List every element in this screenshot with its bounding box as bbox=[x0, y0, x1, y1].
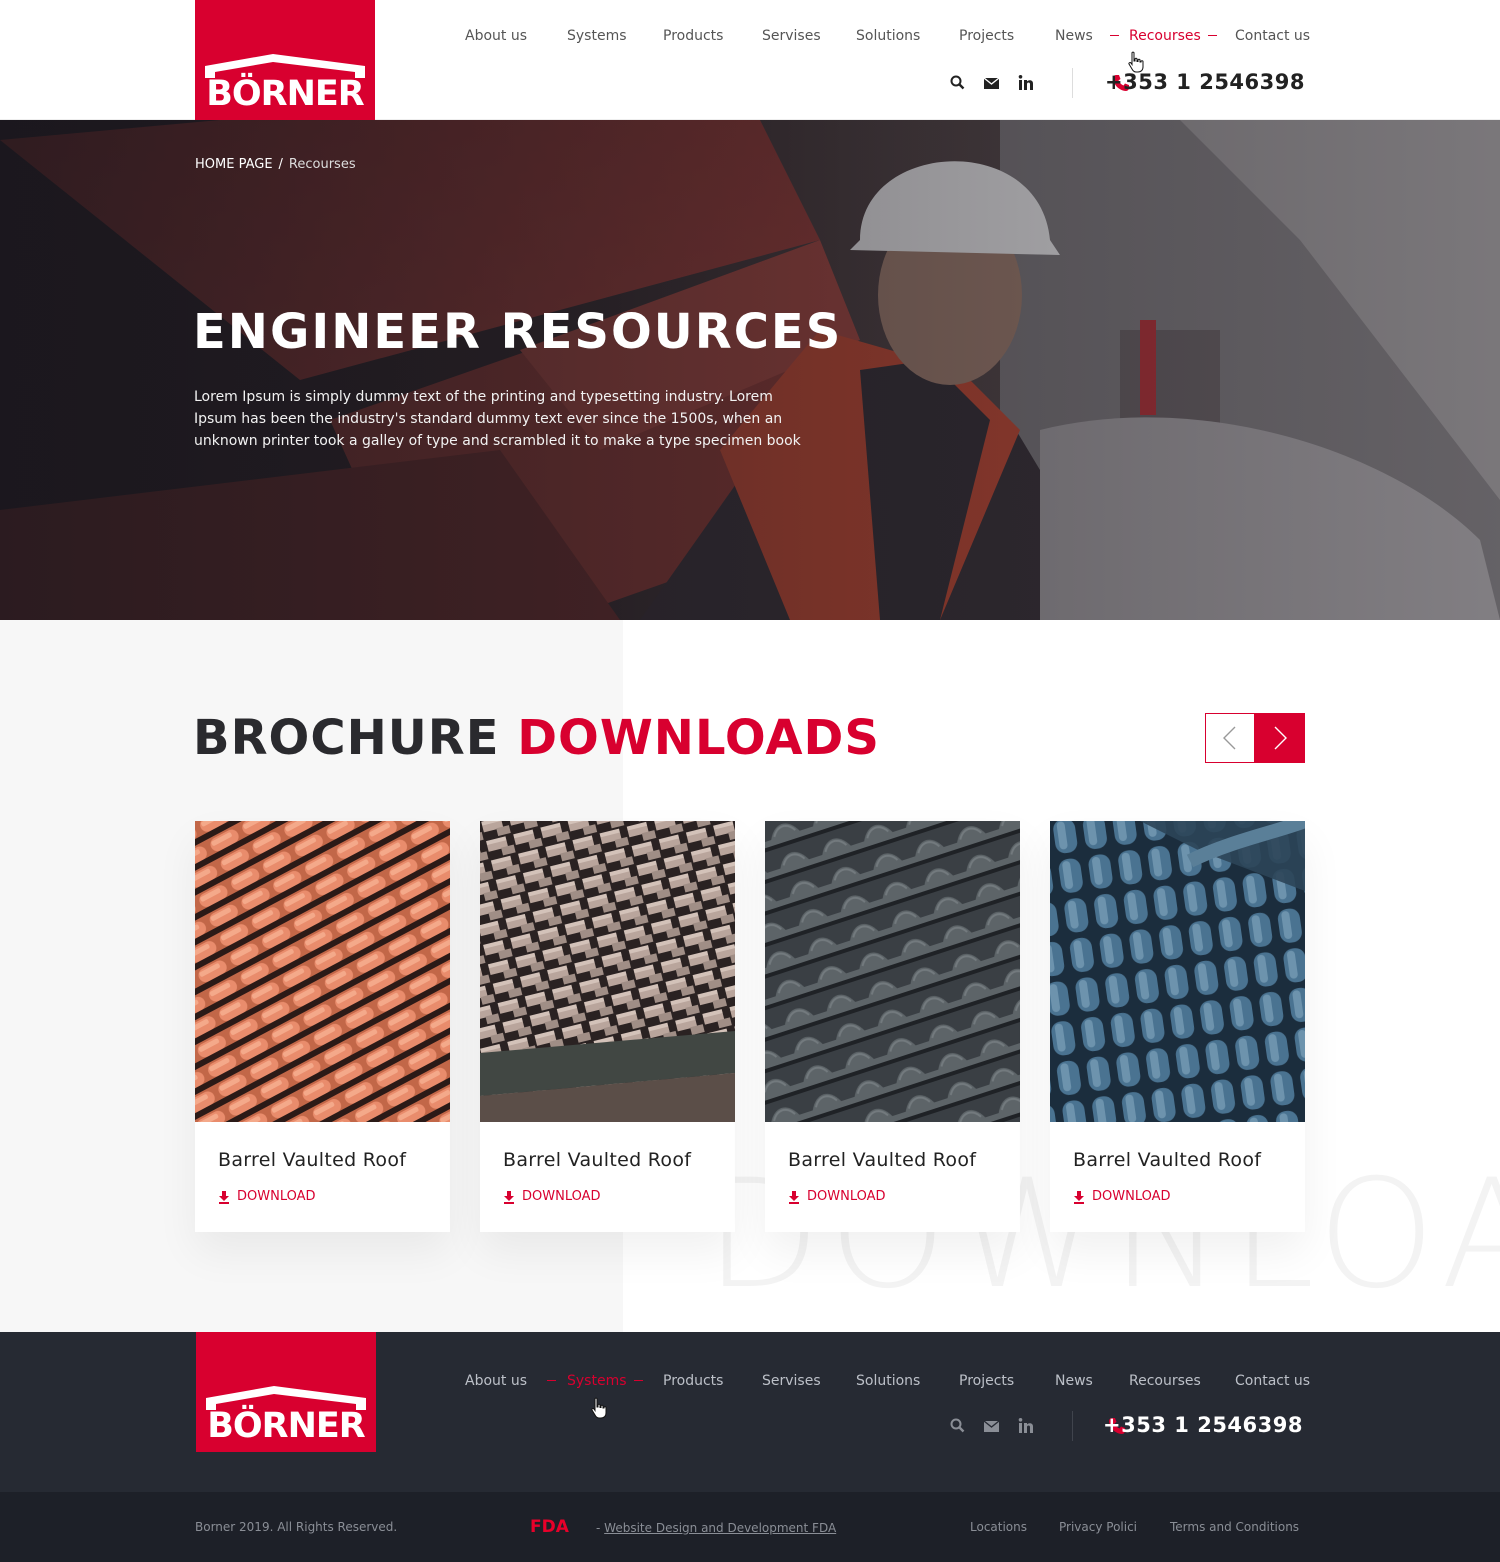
footer-link-privacy[interactable]: Privacy Polici bbox=[1059, 1519, 1137, 1535]
brochure-card[interactable]: Barrel Vaulted Roof DOWNLOAD bbox=[480, 821, 735, 1232]
download-link[interactable]: DOWNLOAD bbox=[788, 1188, 886, 1206]
footer-nav-servises[interactable]: Servises bbox=[762, 1371, 821, 1391]
footer-tools: +353 1 2546398 bbox=[948, 1411, 1308, 1441]
logo-text: BÖRNER bbox=[207, 1406, 366, 1446]
footer-nav-solutions[interactable]: Solutions bbox=[856, 1371, 920, 1391]
footer-nav: About us Systems Products Servises Solut… bbox=[465, 1371, 1310, 1391]
chevron-right-icon bbox=[1274, 726, 1287, 750]
brochure-image bbox=[1050, 821, 1305, 1122]
chevron-left-icon bbox=[1223, 726, 1236, 750]
footer-link-locations[interactable]: Locations bbox=[970, 1519, 1027, 1535]
footer-nav-contact-us[interactable]: Contact us bbox=[1235, 1371, 1310, 1391]
header-divider bbox=[1072, 68, 1073, 98]
footer-bottom-bar: Borner 2019. All Rights Reserved. FDA - … bbox=[0, 1492, 1500, 1562]
nav-active-dash-right bbox=[1208, 35, 1217, 36]
mail-icon[interactable] bbox=[982, 1416, 1002, 1436]
breadcrumb-current: Recourses bbox=[288, 157, 356, 172]
nav-systems[interactable]: Systems bbox=[567, 26, 627, 46]
developer-credit-text: - Website Design and Development FDA bbox=[596, 1520, 836, 1536]
nav-solutions[interactable]: Solutions bbox=[856, 26, 920, 46]
download-label: DOWNLOAD bbox=[807, 1189, 886, 1204]
linkedin-icon[interactable] bbox=[1016, 1416, 1036, 1436]
page-title: ENGINEER RESOURCES bbox=[193, 304, 843, 360]
nav-news[interactable]: News bbox=[1055, 26, 1093, 46]
nav-servises[interactable]: Servises bbox=[762, 26, 821, 46]
download-icon bbox=[789, 1191, 799, 1204]
brochure-card[interactable]: Barrel Vaulted Roof DOWNLOAD bbox=[195, 821, 450, 1232]
linkedin-icon[interactable] bbox=[1016, 73, 1036, 93]
search-icon[interactable] bbox=[948, 73, 968, 93]
nav-about-us[interactable]: About us bbox=[465, 26, 527, 46]
footer-nav-news[interactable]: News bbox=[1055, 1371, 1093, 1391]
logo-text: BÖRNER bbox=[206, 74, 365, 114]
site-footer: BÖRNER About us Systems Products Servise… bbox=[0, 1332, 1500, 1492]
developer-link[interactable]: Website Design and Development FDA bbox=[604, 1521, 836, 1535]
hand-cursor-icon bbox=[591, 1397, 607, 1419]
footer-nav-systems[interactable]: Systems bbox=[567, 1371, 627, 1391]
brochure-card[interactable]: Barrel Vaulted Roof DOWNLOAD bbox=[1050, 821, 1305, 1232]
nav-active-dash-left bbox=[1110, 35, 1119, 36]
footer-logo[interactable]: BÖRNER bbox=[196, 1332, 376, 1452]
footer-link-terms[interactable]: Terms and Conditions bbox=[1170, 1519, 1299, 1535]
nav-products[interactable]: Products bbox=[663, 26, 723, 46]
footer-divider bbox=[1072, 1411, 1073, 1441]
brochure-section: DOWNLOAD BROCHURE DOWNLOADS bbox=[0, 620, 1500, 1332]
copyright-text: Borner 2019. All Rights Reserved. bbox=[195, 1520, 398, 1534]
nav-recourses[interactable]: Recourses bbox=[1129, 26, 1201, 46]
download-icon bbox=[504, 1191, 514, 1204]
hero-description: Lorem Ipsum is simply dummy text of the … bbox=[194, 389, 801, 449]
brochure-image bbox=[765, 821, 1020, 1122]
nav-active-dash-right bbox=[634, 1380, 643, 1381]
developer-credit-prefix: - bbox=[596, 1521, 601, 1535]
download-label: DOWNLOAD bbox=[237, 1189, 316, 1204]
hero-background-image bbox=[0, 120, 1500, 620]
download-icon bbox=[1074, 1191, 1084, 1204]
nav-projects[interactable]: Projects bbox=[959, 26, 1014, 46]
section-title: BROCHURE DOWNLOADS bbox=[193, 708, 880, 768]
hero-banner: HOME PAGE / Recourses ENGINEER RESOURCES L… bbox=[0, 120, 1500, 620]
brochure-title: Barrel Vaulted Roof bbox=[1073, 1149, 1262, 1171]
nav-contact-us[interactable]: Contact us bbox=[1235, 26, 1310, 46]
download-icon bbox=[219, 1191, 229, 1204]
mail-icon[interactable] bbox=[982, 73, 1002, 93]
brochure-card[interactable]: Barrel Vaulted Roof DOWNLOAD bbox=[765, 821, 1020, 1232]
footer-nav-projects[interactable]: Projects bbox=[959, 1371, 1014, 1391]
logo[interactable]: BÖRNER bbox=[195, 0, 375, 120]
breadcrumb: HOME PAGE / Recourses bbox=[195, 157, 356, 172]
carousel-next-button[interactable] bbox=[1255, 713, 1305, 763]
carousel-prev-button[interactable] bbox=[1205, 713, 1255, 763]
brochure-title: Barrel Vaulted Roof bbox=[218, 1149, 407, 1171]
site-header: BÖRNER About us Systems Products Servise… bbox=[0, 0, 1500, 120]
brochure-image bbox=[480, 821, 735, 1122]
search-icon[interactable] bbox=[948, 1416, 968, 1436]
download-label: DOWNLOAD bbox=[522, 1189, 601, 1204]
footer-nav-about-us[interactable]: About us bbox=[465, 1371, 527, 1391]
fda-logo[interactable]: FDA bbox=[530, 1517, 569, 1537]
download-link[interactable]: DOWNLOAD bbox=[218, 1188, 316, 1206]
brochure-title: Barrel Vaulted Roof bbox=[503, 1149, 692, 1171]
footer-phone[interactable]: +353 1 2546398 bbox=[1103, 1411, 1303, 1439]
download-label: DOWNLOAD bbox=[1092, 1189, 1171, 1204]
brochure-image bbox=[195, 821, 450, 1122]
download-link[interactable]: DOWNLOAD bbox=[503, 1188, 601, 1206]
breadcrumb-separator: / bbox=[278, 157, 283, 172]
section-title-part2: DOWNLOADS bbox=[517, 710, 880, 766]
breadcrumb-home[interactable]: HOME PAGE bbox=[195, 157, 273, 172]
brochure-carousel: Barrel Vaulted Roof DOWNLOAD Barrel Vaul… bbox=[195, 821, 1305, 1232]
download-link[interactable]: DOWNLOAD bbox=[1073, 1188, 1171, 1206]
brochure-title: Barrel Vaulted Roof bbox=[788, 1149, 977, 1171]
footer-nav-recourses[interactable]: Recourses bbox=[1129, 1371, 1201, 1391]
nav-active-dash-left bbox=[547, 1380, 556, 1381]
section-title-part1: BROCHURE bbox=[193, 710, 500, 766]
hand-cursor-icon bbox=[1128, 51, 1144, 73]
footer-nav-products[interactable]: Products bbox=[663, 1371, 723, 1391]
main-nav: About us Systems Products Servises Solut… bbox=[465, 26, 1310, 46]
